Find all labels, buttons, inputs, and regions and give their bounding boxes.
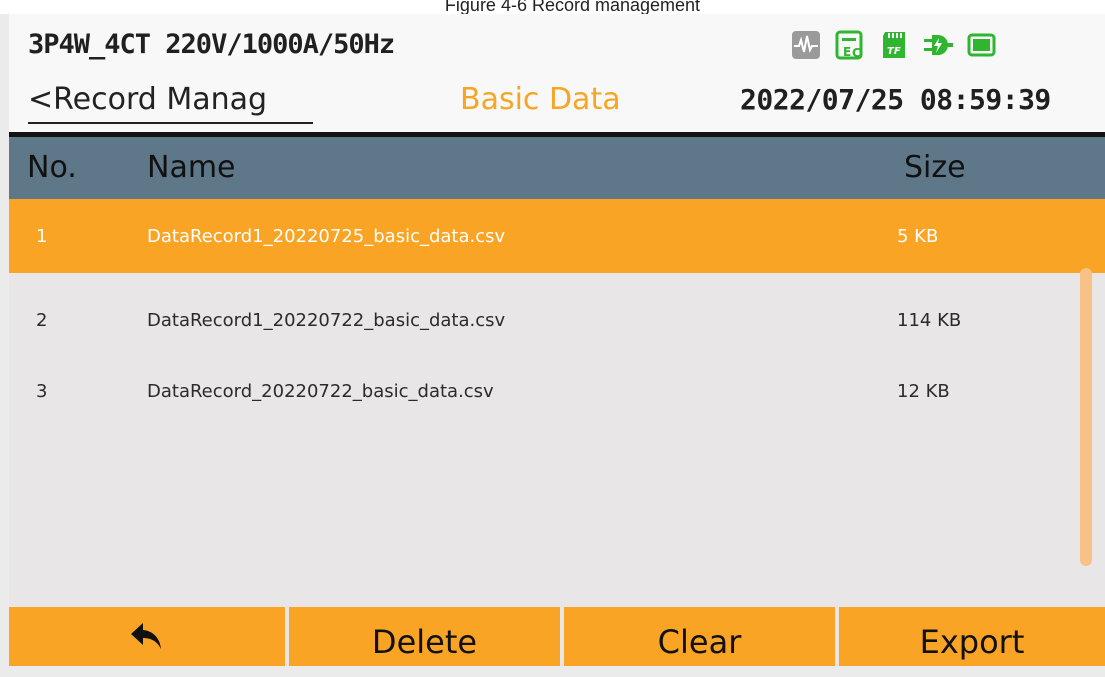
table-header: No. Name Size: [9, 137, 1105, 199]
export-button[interactable]: Export: [839, 607, 1105, 666]
return-arrow-icon: [131, 623, 161, 649]
table-row[interactable]: 1 DataRecord1_20220725_basic_data.csv 5 …: [9, 199, 1105, 273]
svg-text:C: C: [852, 46, 861, 60]
bottom-toolbar: Delete Clear Export: [9, 607, 1105, 666]
figure-caption: Figure 4-6 Record management: [0, 0, 1105, 14]
return-button[interactable]: [9, 607, 285, 666]
row-file-size: 5 KB: [897, 226, 939, 247]
ec-record-icon: E C: [835, 30, 863, 60]
row-file-size: 12 KB: [897, 381, 950, 402]
row-number: 2: [36, 310, 48, 331]
row-file-name: DataRecord1_20220725_basic_data.csv: [147, 226, 506, 247]
clear-button[interactable]: Clear: [564, 607, 835, 666]
figure-caption-text: Figure 4-6 Record management: [444, 0, 701, 14]
svg-text:TF: TF: [887, 46, 901, 57]
column-header-name: Name: [147, 150, 236, 185]
column-header-size: Size: [904, 150, 966, 185]
battery-icon: [967, 33, 996, 57]
delete-button[interactable]: Delete: [289, 607, 560, 666]
tf-card-icon: TF: [883, 32, 905, 58]
waveform-icon: [792, 31, 820, 59]
row-number: 3: [36, 381, 48, 402]
row-file-name: DataRecord1_20220722_basic_data.csv: [147, 310, 506, 331]
row-file-name: DataRecord_20220722_basic_data.csv: [147, 381, 494, 402]
page-title: Basic Data: [460, 82, 621, 117]
row-file-size: 114 KB: [897, 310, 962, 331]
row-number: 1: [36, 226, 48, 247]
datetime-display: 2022/07/25 08:59:39: [740, 83, 1051, 116]
device-screen: 3P4W_4CT 220V/1000A/50Hz E C TF <Record …: [9, 0, 1105, 666]
record-management-back-link[interactable]: <Record Manag: [28, 82, 313, 124]
wiring-config-label: 3P4W_4CT 220V/1000A/50Hz: [28, 29, 395, 60]
column-header-no: No.: [27, 150, 77, 185]
list-scrollbar[interactable]: [1080, 268, 1092, 566]
svg-text:E: E: [843, 45, 851, 59]
plug-icon: [924, 35, 953, 55]
table-row[interactable]: 3 DataRecord_20220722_basic_data.csv 12 …: [9, 354, 1105, 428]
table-row[interactable]: 2 DataRecord1_20220722_basic_data.csv 11…: [9, 283, 1105, 357]
